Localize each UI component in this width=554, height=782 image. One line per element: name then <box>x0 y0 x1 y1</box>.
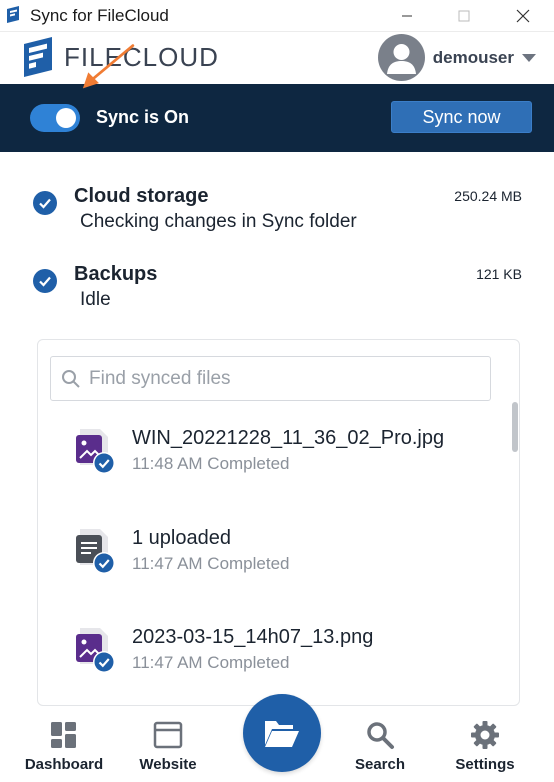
status-subtitle: Checking changes in Sync folder <box>80 211 357 232</box>
file-list-item[interactable]: 2023-03-15_14h07_13.png 11:47 AM Complet… <box>38 622 508 692</box>
window-title: Sync for FileCloud <box>30 6 169 25</box>
files-scrollbar[interactable] <box>512 402 518 702</box>
filecloud-logo <box>24 37 52 77</box>
status-title: Backups <box>74 263 158 285</box>
search-input[interactable] <box>89 367 469 390</box>
check-circle-icon <box>33 191 57 215</box>
status-size: 250.24 MB <box>454 188 522 204</box>
status-subtitle: Idle <box>80 289 111 310</box>
app-header: FILECLOUD demouser <box>0 32 554 84</box>
scrollbar-thumb[interactable] <box>512 402 518 452</box>
nav-website[interactable]: Website <box>123 720 213 782</box>
user-menu[interactable]: demouser <box>377 34 536 81</box>
nav-search[interactable]: Search <box>335 720 425 782</box>
check-circle-icon <box>33 269 57 293</box>
minimize-icon <box>402 15 412 17</box>
dashboard-icon <box>51 722 76 748</box>
sync-toggle[interactable] <box>30 104 80 132</box>
file-list-item[interactable]: 1 uploaded 11:47 AM Completed <box>38 523 508 593</box>
nav-dashboard[interactable]: Dashboard <box>19 720 109 782</box>
user-avatar-icon <box>386 44 416 74</box>
avatar <box>377 34 425 81</box>
close-icon <box>516 9 530 23</box>
status-title: Cloud storage <box>74 185 209 207</box>
search-icon <box>62 369 80 388</box>
file-status: 11:47 AM Completed <box>132 554 290 573</box>
file-name: WIN_20221228_11_36_02_Pro.jpg <box>132 427 445 449</box>
file-status: 11:47 AM Completed <box>132 653 290 672</box>
status-size: 121 KB <box>476 266 522 282</box>
minimize-button[interactable] <box>384 0 430 32</box>
brand-name: FILECLOUD <box>64 42 219 72</box>
synced-files-panel: WIN_20221228_11_36_02_Pro.jpg 11:48 AM C… <box>37 339 520 706</box>
search-icon <box>367 722 394 749</box>
image-file-icon <box>76 628 115 673</box>
close-button[interactable] <box>500 0 546 32</box>
username: demouser <box>432 47 514 67</box>
open-folder-button[interactable] <box>243 694 321 772</box>
nav-label: Dashboard <box>24 756 104 773</box>
status-cloud-storage: Cloud storage Checking changes in Sync f… <box>0 180 554 250</box>
file-status: 11:48 AM Completed <box>132 454 290 473</box>
folder-open-icon <box>265 721 299 747</box>
status-backups: Backups Idle 121 KB <box>0 258 554 328</box>
nav-settings[interactable]: Settings <box>440 720 530 782</box>
nav-label: Search <box>354 756 406 773</box>
gear-icon <box>471 721 499 749</box>
nav-label: Settings <box>455 756 515 773</box>
nav-label: Website <box>139 756 197 773</box>
sync-now-button[interactable]: Sync now <box>391 101 532 133</box>
browser-window-icon <box>153 721 183 749</box>
window-titlebar: Sync for FileCloud <box>0 0 554 32</box>
bottom-navigation: Dashboard Website Search Settings <box>0 694 554 782</box>
maximize-icon <box>458 10 470 22</box>
file-list-item[interactable]: WIN_20221228_11_36_02_Pro.jpg 11:48 AM C… <box>38 423 508 493</box>
toggle-knob <box>56 108 76 128</box>
sync-status-bar: Sync is On Sync now <box>0 84 554 152</box>
document-file-icon <box>76 529 115 574</box>
chevron-down-icon <box>522 53 536 62</box>
sync-status-label: Sync is On <box>96 107 190 127</box>
image-file-icon <box>76 429 115 474</box>
file-name: 2023-03-15_14h07_13.png <box>132 626 374 648</box>
file-name: 1 uploaded <box>132 527 231 549</box>
filecloud-app-icon <box>7 6 19 23</box>
search-box <box>50 356 491 401</box>
maximize-button[interactable] <box>441 0 487 32</box>
